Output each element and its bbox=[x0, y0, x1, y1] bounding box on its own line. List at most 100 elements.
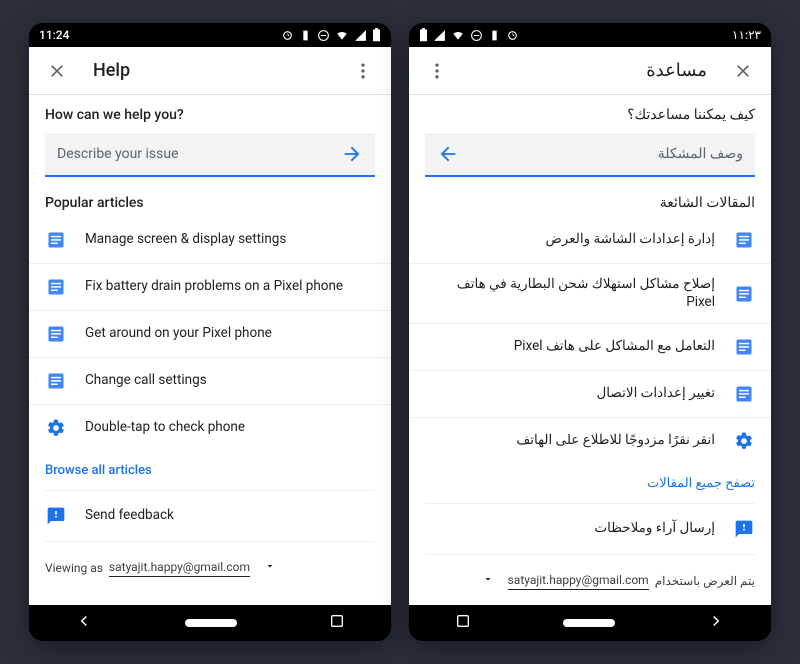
status-time: ١١:٢٣ bbox=[732, 28, 761, 42]
article-list: إدارة إعدادات الشاشة والعرض إصلاح مشاكل … bbox=[409, 217, 771, 464]
article-item[interactable]: Change call settings bbox=[29, 358, 391, 405]
article-label: Manage screen & display settings bbox=[85, 231, 286, 249]
alarm-icon bbox=[281, 29, 294, 42]
battery-icon bbox=[372, 28, 381, 42]
nav-home[interactable] bbox=[185, 619, 237, 627]
viewing-email: satyajit.happy@gmail.com bbox=[109, 558, 250, 577]
nav-home[interactable] bbox=[563, 619, 615, 627]
article-icon bbox=[45, 323, 67, 345]
feedback-label: Send feedback bbox=[85, 507, 174, 525]
article-item[interactable]: إدارة إعدادات الشاشة والعرض bbox=[409, 217, 771, 264]
nav-back[interactable] bbox=[75, 612, 93, 634]
article-icon bbox=[733, 283, 755, 305]
app-bar: مساعدة bbox=[409, 47, 771, 95]
article-item[interactable]: Double-tap to check phone bbox=[29, 405, 391, 451]
content: How can we help you? Describe your issue… bbox=[29, 95, 391, 605]
app-bar: Help bbox=[29, 47, 391, 95]
article-icon bbox=[45, 229, 67, 251]
phone-rtl: ١١:٢٣ مساعدة كيف يمكننا مساعدتك؟ وصف الم… bbox=[409, 23, 771, 641]
more-vert-icon bbox=[427, 61, 447, 81]
close-button[interactable] bbox=[37, 51, 77, 91]
search-placeholder: Describe your issue bbox=[57, 146, 341, 162]
dnd-icon bbox=[317, 29, 330, 42]
overflow-button[interactable] bbox=[417, 51, 457, 91]
signal-icon bbox=[433, 29, 446, 42]
viewing-as-row[interactable]: يتم العرض باستخدام satyajit.happy@gmail.… bbox=[425, 554, 755, 598]
status-time: 11:24 bbox=[39, 28, 69, 42]
article-item[interactable]: Get around on your Pixel phone bbox=[29, 311, 391, 358]
close-icon bbox=[47, 61, 67, 81]
article-label: إدارة إعدادات الشاشة والعرض bbox=[545, 231, 715, 249]
battery-icon bbox=[419, 28, 428, 42]
wifi-icon bbox=[451, 28, 465, 42]
viewing-prefix: يتم العرض باستخدام bbox=[655, 574, 755, 588]
feedback-icon bbox=[733, 518, 755, 540]
wifi-icon bbox=[335, 28, 349, 42]
article-item[interactable]: تغيير إعدادات الاتصال bbox=[409, 371, 771, 418]
close-button[interactable] bbox=[723, 51, 763, 91]
screen: مساعدة كيف يمكننا مساعدتك؟ وصف المشكلة ا… bbox=[409, 47, 771, 605]
article-item[interactable]: Fix battery drain problems on a Pixel ph… bbox=[29, 264, 391, 311]
dnd-icon bbox=[470, 29, 483, 42]
status-icons bbox=[419, 28, 519, 42]
gear-icon bbox=[45, 417, 67, 439]
nav-bar bbox=[409, 605, 771, 641]
viewing-email: satyajit.happy@gmail.com bbox=[508, 571, 649, 590]
article-label: Change call settings bbox=[85, 372, 207, 390]
overflow-button[interactable] bbox=[343, 51, 383, 91]
send-feedback-row[interactable]: Send feedback bbox=[45, 490, 375, 541]
vibrate-icon bbox=[299, 29, 312, 42]
more-vert-icon bbox=[353, 61, 373, 81]
send-feedback-row[interactable]: إرسال آراء وملاحظات bbox=[425, 503, 755, 554]
nav-bar bbox=[29, 605, 391, 641]
article-item[interactable]: انقر نقرًا مزدوجًا للاطلاع على الهاتف bbox=[409, 418, 771, 464]
chevron-down-icon bbox=[482, 573, 494, 588]
article-label: تغيير إعدادات الاتصال bbox=[596, 385, 715, 403]
page-title: Help bbox=[93, 60, 327, 81]
nav-recents[interactable] bbox=[455, 613, 471, 633]
screen: Help How can we help you? Describe your … bbox=[29, 47, 391, 605]
article-item[interactable]: التعامل مع المشاكل على هاتف Pixel bbox=[409, 324, 771, 371]
arrow-right-icon bbox=[341, 143, 363, 165]
search-input[interactable]: وصف المشكلة bbox=[425, 133, 755, 177]
page-title: مساعدة bbox=[473, 60, 707, 81]
article-label: Fix battery drain problems on a Pixel ph… bbox=[85, 278, 343, 296]
article-label: Double-tap to check phone bbox=[85, 419, 245, 437]
help-prompt: كيف يمكننا مساعدتك؟ bbox=[425, 107, 755, 123]
status-bar: ١١:٢٣ bbox=[409, 23, 771, 47]
chevron-down-icon bbox=[264, 560, 276, 575]
search-input[interactable]: Describe your issue bbox=[45, 133, 375, 177]
close-icon bbox=[733, 61, 753, 81]
article-list: Manage screen & display settings Fix bat… bbox=[29, 217, 391, 451]
browse-all-link[interactable]: تصفح جميع المقالات bbox=[425, 464, 755, 503]
arrow-right-icon bbox=[437, 143, 459, 165]
status-bar: 11:24 bbox=[29, 23, 391, 47]
phone-ltr: 11:24 Help How can we help you? Describe… bbox=[29, 23, 391, 641]
article-label: التعامل مع المشاكل على هاتف Pixel bbox=[514, 338, 715, 356]
article-label: انقر نقرًا مزدوجًا للاطلاع على الهاتف bbox=[516, 432, 715, 450]
status-icons bbox=[281, 28, 381, 42]
article-label: Get around on your Pixel phone bbox=[85, 325, 272, 343]
popular-articles-title: Popular articles bbox=[45, 195, 375, 211]
gear-icon bbox=[733, 430, 755, 452]
viewing-prefix: Viewing as bbox=[45, 561, 103, 575]
article-label: إصلاح مشاكل استهلاك شحن البطارية في هاتف… bbox=[425, 276, 715, 311]
feedback-icon bbox=[45, 505, 67, 527]
article-icon bbox=[45, 276, 67, 298]
popular-articles-title: المقالات الشائعة bbox=[425, 195, 755, 211]
nav-recents[interactable] bbox=[329, 613, 345, 633]
vibrate-icon bbox=[488, 29, 501, 42]
feedback-label: إرسال آراء وملاحظات bbox=[594, 520, 715, 538]
article-icon bbox=[733, 229, 755, 251]
signal-icon bbox=[354, 29, 367, 42]
viewing-as-row[interactable]: Viewing as satyajit.happy@gmail.com bbox=[45, 541, 375, 585]
article-icon bbox=[733, 336, 755, 358]
alarm-icon bbox=[506, 29, 519, 42]
article-item[interactable]: إصلاح مشاكل استهلاك شحن البطارية في هاتف… bbox=[409, 264, 771, 324]
help-prompt: How can we help you? bbox=[45, 107, 375, 123]
nav-back[interactable] bbox=[707, 612, 725, 634]
browse-all-link[interactable]: Browse all articles bbox=[45, 451, 375, 490]
article-icon bbox=[45, 370, 67, 392]
article-item[interactable]: Manage screen & display settings bbox=[29, 217, 391, 264]
search-placeholder: وصف المشكلة bbox=[459, 146, 743, 162]
